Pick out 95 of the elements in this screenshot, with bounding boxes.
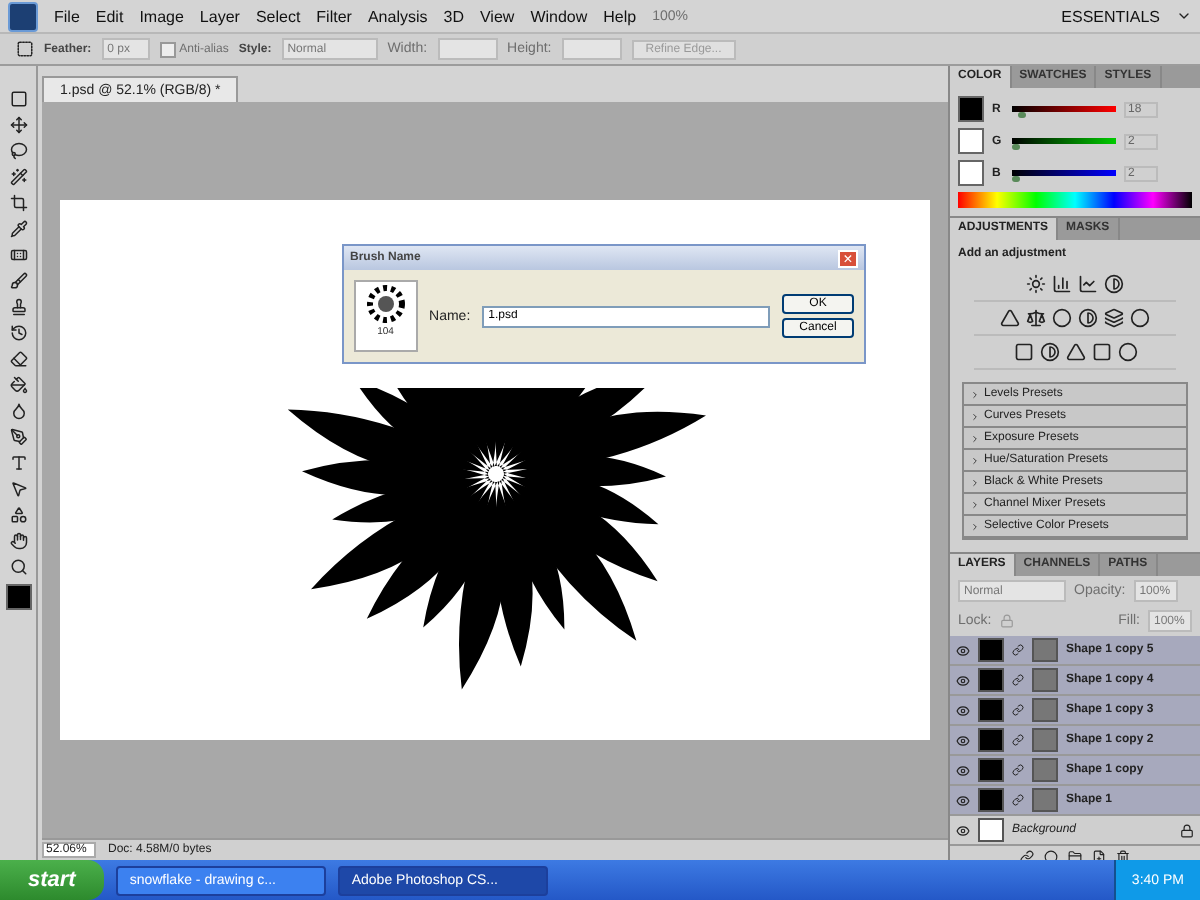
wand-icon[interactable] [9, 168, 27, 186]
contrast-icon[interactable] [1104, 274, 1124, 294]
link-icon [1012, 764, 1024, 776]
contrast-icon[interactable] [1078, 308, 1098, 328]
visibility-icon[interactable] [956, 733, 970, 747]
droplet-icon[interactable] [9, 402, 27, 420]
menu-item[interactable]: Analysis [367, 7, 428, 25]
crop-icon[interactable] [9, 194, 27, 212]
eyedropper-icon[interactable] [9, 220, 27, 238]
menu-item[interactable]: Edit [95, 7, 124, 25]
layer-thumbnail [978, 758, 1004, 782]
triangle-icon[interactable] [1065, 342, 1085, 362]
marquee-icon[interactable] [16, 40, 34, 58]
brush-preview-icon [363, 282, 408, 326]
lock-icon [1180, 823, 1194, 837]
foreground-swatch[interactable] [958, 96, 984, 122]
hand-icon[interactable] [9, 532, 27, 550]
visibility-icon[interactable] [956, 793, 970, 807]
circle-icon[interactable] [1044, 849, 1058, 863]
link-icon[interactable] [1020, 849, 1034, 863]
height-field[interactable] [561, 38, 622, 60]
stamp-icon[interactable] [9, 298, 27, 316]
caret-icon[interactable] [1176, 8, 1192, 24]
mask-thumbnail [1032, 698, 1058, 722]
layers-icon[interactable] [1104, 308, 1124, 328]
mask-thumbnail [1032, 728, 1058, 752]
visibility-icon[interactable] [956, 703, 970, 717]
layer-thumbnail [978, 788, 1004, 812]
brush-icon[interactable] [9, 272, 27, 290]
triangle-icon[interactable] [1000, 308, 1020, 328]
histogram-icon[interactable] [1052, 274, 1072, 294]
lasso-icon[interactable] [9, 142, 27, 160]
pointer-icon[interactable] [9, 480, 27, 498]
menu-item[interactable]: Layer [199, 7, 240, 25]
bandage-icon[interactable] [9, 246, 27, 264]
circle-icon[interactable] [1130, 308, 1150, 328]
menu-item[interactable]: Select [255, 7, 301, 25]
mask-thumbnail [1032, 668, 1058, 692]
menu-item[interactable]: 3D [443, 7, 464, 25]
close-button[interactable]: × [838, 249, 858, 267]
slider-thumb[interactable] [1012, 144, 1021, 150]
layer-thumbnail [978, 638, 1004, 662]
type-icon[interactable] [9, 454, 27, 472]
app-logo-icon [8, 1, 38, 31]
menu-item[interactable]: Help [603, 7, 637, 25]
slider-thumb[interactable] [1018, 112, 1027, 118]
bucket-icon[interactable] [9, 376, 27, 394]
move-icon[interactable] [9, 116, 27, 134]
mask-thumbnail [1032, 758, 1058, 782]
mask-thumbnail [1032, 638, 1058, 662]
square-icon[interactable] [1013, 342, 1033, 362]
layer-thumbnail [978, 698, 1004, 722]
menu-item[interactable]: View [479, 7, 515, 25]
square-icon[interactable] [1091, 342, 1111, 362]
link-icon [1012, 794, 1024, 806]
menu-item[interactable]: Filter [316, 7, 352, 25]
circle-icon[interactable] [1052, 308, 1072, 328]
visibility-icon[interactable] [956, 673, 970, 687]
color-slider[interactable] [1012, 138, 1116, 144]
layer-thumbnail [978, 668, 1004, 692]
curve-icon[interactable] [1078, 274, 1098, 294]
shapes-icon[interactable] [9, 506, 27, 524]
foreground-swatch[interactable] [5, 584, 31, 610]
menu-item[interactable]: File [54, 7, 80, 25]
workspace-switcher[interactable]: ESSENTIALS [1061, 7, 1160, 25]
menu-item[interactable]: Image [139, 7, 184, 25]
width-field[interactable] [437, 38, 498, 60]
menu-item[interactable]: Window [530, 7, 588, 25]
layer-thumbnail [978, 818, 1004, 842]
history-icon[interactable] [9, 324, 27, 342]
link-icon [1012, 734, 1024, 746]
visibility-icon[interactable] [956, 763, 970, 777]
visibility-icon[interactable] [956, 643, 970, 657]
link-icon [1012, 674, 1024, 686]
link-icon [1012, 704, 1024, 716]
trash-icon[interactable] [1116, 849, 1130, 863]
marquee-icon[interactable] [9, 90, 27, 108]
contrast-icon[interactable] [1039, 342, 1059, 362]
sun-icon[interactable] [1026, 274, 1046, 294]
circle-icon[interactable] [1117, 342, 1137, 362]
background-swatch[interactable] [958, 128, 984, 154]
eraser-icon[interactable] [9, 350, 27, 368]
spectrum-bar[interactable] [958, 192, 1192, 208]
slider-thumb[interactable] [1012, 176, 1021, 182]
visibility-icon[interactable] [956, 823, 970, 837]
mask-thumbnail [1032, 788, 1058, 812]
color-slider[interactable] [1012, 106, 1116, 112]
color-slider[interactable] [1012, 170, 1116, 176]
search-icon[interactable] [9, 558, 27, 576]
link-icon [1012, 644, 1024, 656]
new-layer-icon[interactable] [1092, 849, 1106, 863]
scale-icon[interactable] [1026, 308, 1046, 328]
layer-thumbnail [978, 728, 1004, 752]
pen-icon[interactable] [9, 428, 27, 446]
background-swatch[interactable] [958, 160, 984, 186]
